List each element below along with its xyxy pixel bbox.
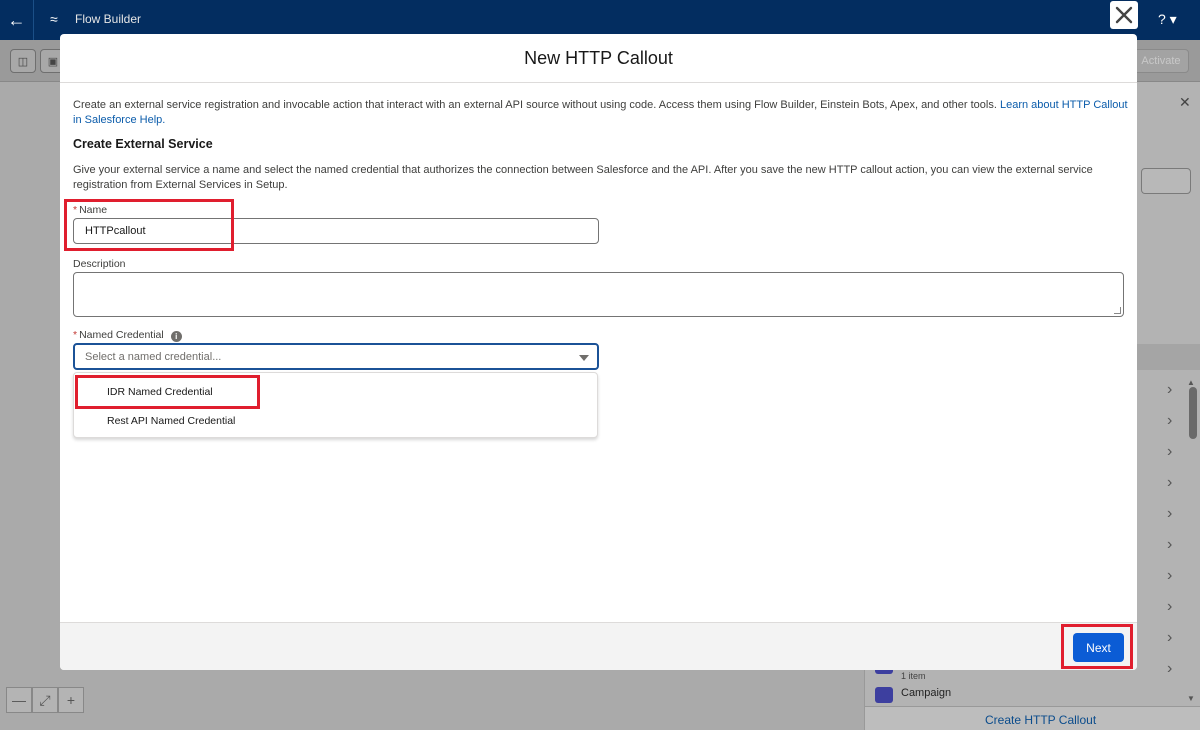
scroll-up-icon[interactable]: ▲ — [1187, 378, 1195, 387]
help-icon[interactable]: ? ▾ — [1158, 11, 1177, 28]
toggle-panel-button[interactable]: ◫ — [10, 49, 36, 73]
activate-button[interactable]: Activate — [1133, 49, 1189, 73]
chevron-right-icon[interactable]: › — [1167, 381, 1172, 399]
modal-footer: Next — [60, 622, 1137, 670]
chevron-right-icon[interactable]: › — [1167, 443, 1172, 461]
scroll-down-icon[interactable]: ▼ — [1187, 694, 1195, 703]
create-http-callout-link[interactable]: Create HTTP Callout — [985, 713, 1096, 727]
campaign-icon — [875, 687, 893, 703]
info-icon[interactable]: i — [170, 331, 182, 342]
combobox-placeholder: Select a named credential... — [85, 351, 222, 363]
panel-scrollbar[interactable] — [1189, 387, 1197, 439]
chevron-right-icon[interactable]: › — [1167, 660, 1172, 678]
zoom-out-icon[interactable]: — — [6, 687, 32, 713]
campaign-label[interactable]: Campaign — [901, 687, 951, 699]
panel-close-icon[interactable]: ✕ — [1179, 94, 1191, 111]
chevron-right-icon[interactable]: › — [1167, 567, 1172, 585]
http-callout-modal: New HTTP Callout Create an external serv… — [60, 34, 1137, 670]
description-label: Description — [73, 258, 126, 270]
chevron-right-icon[interactable]: › — [1167, 536, 1172, 554]
modal-title: New HTTP Callout — [60, 34, 1137, 83]
chevron-down-icon — [579, 355, 589, 361]
flow-icon: ≈ — [50, 11, 58, 27]
next-button[interactable]: Next — [1073, 633, 1124, 662]
named-credential-label: * Named Credential i — [73, 329, 182, 342]
named-credential-combobox[interactable]: Select a named credential... — [73, 343, 599, 370]
option-rest-api-named-credential[interactable]: Rest API Named Credential — [107, 415, 235, 427]
chevron-right-icon[interactable]: › — [1167, 505, 1172, 523]
resize-handle[interactable] — [1114, 307, 1121, 314]
name-label: * Name — [73, 204, 108, 216]
name-input[interactable]: HTTPcallout — [73, 218, 599, 244]
zoom-in-icon[interactable]: + — [58, 687, 84, 713]
panel-search-input[interactable] — [1141, 168, 1191, 194]
section-description: Give your external service a name and se… — [73, 164, 1093, 191]
fit-icon[interactable]: ⤢ — [32, 687, 58, 713]
chevron-right-icon[interactable]: › — [1167, 412, 1172, 430]
item-count: 1 item — [901, 671, 926, 681]
section-title: Create External Service — [73, 137, 213, 151]
app-title: Flow Builder — [75, 12, 142, 26]
credential-dropdown: IDR Named Credential Rest API Named Cred… — [73, 372, 598, 438]
chevron-right-icon[interactable]: › — [1167, 474, 1172, 492]
option-idr-named-credential[interactable]: IDR Named Credential — [107, 386, 213, 398]
close-icon[interactable] — [1110, 1, 1138, 29]
intro-text: Create an external service registration … — [73, 99, 1128, 126]
back-arrow-icon[interactable]: ← — [0, 0, 34, 40]
panel-footer: Create HTTP Callout — [865, 706, 1200, 730]
chevron-right-icon[interactable]: › — [1167, 629, 1172, 647]
description-textarea[interactable] — [73, 272, 1124, 317]
chevron-right-icon[interactable]: › — [1167, 598, 1172, 616]
